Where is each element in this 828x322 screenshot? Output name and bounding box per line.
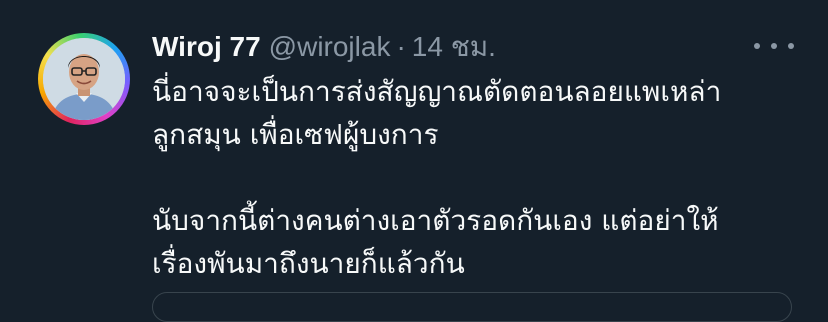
tweet-timestamp[interactable]: 14 ชม. (412, 25, 496, 69)
quoted-card-edge[interactable] (152, 292, 792, 322)
more-dot (754, 43, 760, 49)
more-dot (788, 43, 794, 49)
author-name[interactable]: Wiroj 77 (152, 31, 261, 63)
tweet-text-line: นับจากนี้ต่างคนต่างเอาตัวรอดกันเอง แต่อย… (152, 204, 719, 237)
tweet[interactable]: Wiroj 77 @wirojlak · 14 ชม. นี่อาจจะเป็น… (0, 0, 828, 322)
author-handle[interactable]: @wirojlak (269, 31, 391, 63)
tweet-text-line: นี่อาจจะเป็นการส่งสัญญาณตัดตอนลอยแพเหล่า (152, 75, 722, 108)
tweet-text: นี่อาจจะเป็นการส่งสัญญาณตัดตอนลอยแพเหล่า… (152, 70, 782, 285)
avatar[interactable] (38, 33, 130, 125)
tweet-text-line: ลูกสมุน เพื่อเซฟผู้บงการ (152, 118, 439, 151)
tweet-text-line: เรื่องพันมาถึงนายก็แล้วกัน (152, 247, 465, 280)
tweet-header: Wiroj 77 @wirojlak · 14 ชม. (152, 25, 496, 69)
profile-photo (43, 38, 125, 120)
more-dot (771, 43, 777, 49)
more-horizontal-icon[interactable] (754, 36, 794, 56)
separator-dot: · (396, 31, 406, 62)
